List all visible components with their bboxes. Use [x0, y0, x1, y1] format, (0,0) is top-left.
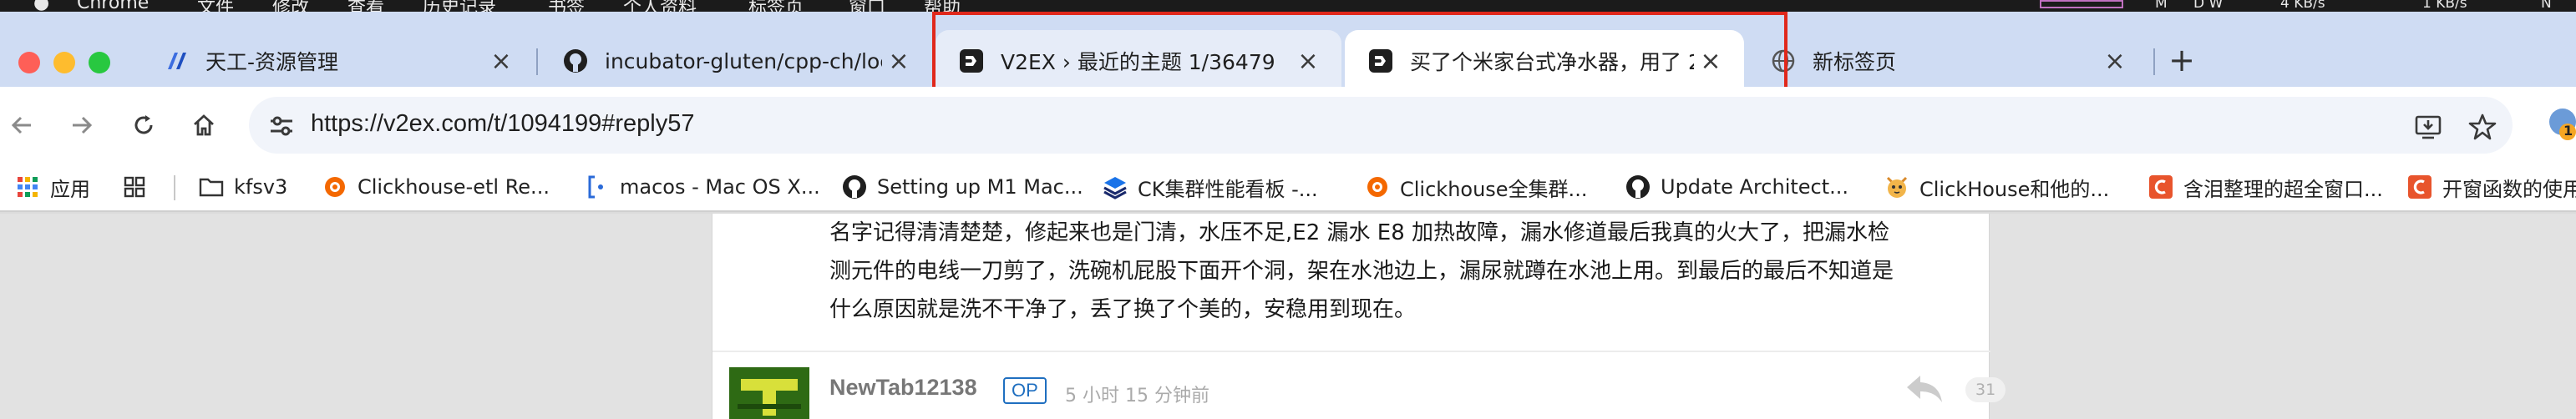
bookmarks-separator [174, 175, 175, 200]
back-button[interactable] [3, 107, 40, 144]
bookmark-apps[interactable]: 应用 [15, 172, 90, 202]
url-text[interactable]: https://v2ex.com/t/1094199#reply57 [311, 110, 694, 138]
reply-divider [712, 351, 1990, 352]
bookmark-label: macos - Mac OS X... [620, 175, 820, 199]
close-tab-icon[interactable]: × [484, 44, 518, 78]
arrow-right-icon [73, 116, 93, 134]
bookmark-label: 开窗函数的使用 [2442, 177, 2576, 201]
grafana-icon [1365, 174, 1390, 199]
bookmarks-bar: 应用 kfsv3 Clickhouse-etl Re... macos - Ma… [0, 162, 2576, 212]
op-badge: OP [1003, 377, 1047, 404]
bookmark-label: CK集群性能看板 -... [1138, 177, 1318, 201]
bracket-icon [585, 174, 610, 199]
network-up-speed: 4 KB/s [2280, 0, 2325, 12]
close-window-button[interactable] [18, 52, 40, 73]
reply-arrow-icon[interactable] [1905, 372, 1944, 406]
minimize-window-button[interactable] [53, 52, 75, 73]
bookmark-label: Clickhouse全集群... [1400, 177, 1588, 201]
folder-icon [199, 174, 224, 199]
floor-number: 31 [1965, 377, 2006, 402]
tab-incubator-gluten[interactable]: incubator-gluten/cpp-ch/local-engine × [540, 30, 932, 92]
bookmark-setting-up-m1[interactable]: Setting up M1 Mac... [842, 172, 1083, 202]
bookmark-window-functions[interactable]: 含泪整理的超全窗口... [2148, 172, 2383, 202]
avatar[interactable] [729, 367, 809, 419]
tab-new-tab[interactable]: 新标签页 × [1747, 30, 2148, 92]
bookmark-label: 含泪整理的超全窗口... [2183, 177, 2383, 201]
maximize-window-button[interactable] [89, 52, 110, 73]
install-app-icon[interactable] [2412, 110, 2446, 144]
home-icon [194, 114, 214, 136]
tab-title: 天工-资源管理 [205, 50, 339, 74]
tab-title: 新标签页 [1813, 50, 1897, 74]
github-icon [1625, 174, 1651, 199]
grafana-icon [322, 174, 347, 199]
bookmark-tab-groups[interactable] [122, 172, 157, 202]
reply-content: 名字记得清清楚楚，修起来也是门清，水压不足,E2 漏水 E8 加热故障，漏水修道… [829, 214, 1982, 329]
macos-menubar: ● Chrome 文件 修改 查看 历史记录 书签 个人资料 标签页 窗口 帮助… [0, 0, 2576, 18]
arrow-left-icon [11, 116, 31, 134]
reply-list-card: 名字记得清清楚楚，修起来也是门清，水压不足,E2 漏水 E8 加热故障，漏水修道… [712, 214, 2006, 419]
github-icon [842, 174, 867, 199]
github-icon [563, 48, 588, 73]
close-tab-icon[interactable]: × [2098, 44, 2132, 78]
status-m: M [2155, 0, 2168, 12]
bookmark-clickhouse-cluster[interactable]: Clickhouse全集群... [1365, 172, 1587, 202]
site-settings-icon[interactable] [267, 112, 296, 140]
bookmark-window-function-usage[interactable]: 开窗函数的使用 [2407, 172, 2576, 202]
browser-toolbar: https://v2ex.com/t/1094199#reply57 1 [0, 87, 2576, 162]
csdn-icon [2148, 174, 2173, 199]
menubar-status-area: M D W 4 KB/s 1 KB/s N [2038, 0, 2576, 12]
bookmark-ck-dashboard[interactable]: CK集群性能看板 -... [1103, 172, 1318, 202]
apps-grid-icon [15, 174, 40, 199]
bookmark-clickhouse-and[interactable]: ClickHouse和他的... [1884, 172, 2109, 202]
reply-author[interactable]: NewTab12138 [829, 375, 977, 401]
reply-time: 5 小时 15 分钟前 [1065, 386, 1209, 406]
address-bar[interactable]: https://v2ex.com/t/1094199#reply57 [249, 97, 2513, 154]
reply-text-line: 名字记得清清楚楚，修起来也是门清，水压不足,E2 漏水 E8 加热故障，漏水修道… [829, 220, 1889, 245]
tab-title: incubator-gluten/cpp-ch/local-engine [605, 48, 882, 73]
network-down-speed: 1 KB/s [2422, 0, 2467, 12]
tab-tiangong[interactable]: 天工-资源管理 × [140, 30, 535, 92]
csdn-icon [2407, 174, 2432, 199]
new-tab-button[interactable]: + [2165, 42, 2198, 78]
layers-icon [1103, 174, 1128, 199]
status-n: N [2541, 0, 2552, 12]
profile-badge: 1 [2563, 123, 2573, 139]
bookmark-clickhouse-etl[interactable]: Clickhouse-etl Re... [322, 172, 550, 202]
bookmark-kfsv3[interactable]: kfsv3 [199, 172, 287, 202]
bookmark-label: ClickHouse和他的... [1919, 177, 2110, 201]
reload-button[interactable] [125, 107, 162, 144]
status-dw: D W [2193, 0, 2224, 12]
bookmark-label: 应用 [50, 177, 90, 201]
bookmark-label: Clickhouse-etl Re... [357, 175, 550, 199]
bookmark-star-icon[interactable] [2466, 110, 2499, 144]
home-button[interactable] [185, 107, 222, 144]
forward-button[interactable] [63, 107, 100, 144]
cat-icon [1884, 174, 1909, 199]
close-tab-icon[interactable]: × [882, 44, 915, 78]
tab-groups-icon [122, 174, 147, 199]
cpu-graph-icon [2040, 0, 2123, 8]
bookmark-macos[interactable]: macos - Mac OS X... [585, 172, 820, 202]
page-content: 名字记得清清楚楚，修起来也是门清，水压不足,E2 漏水 E8 加热故障，漏水修道… [0, 214, 2576, 419]
tab-separator [536, 48, 538, 75]
reply-text-line: 测元件的电线一刀剪了，洗碗机屁股下面开个洞，架在水池边上，漏尿就蹲在水池上用。到… [829, 259, 1894, 284]
reload-icon [134, 115, 153, 134]
reply-text-line: 什么原因就是洗不干净了，丢了换了个美的，安稳用到现在。 [829, 297, 1417, 322]
tab-separator [2153, 48, 2155, 75]
bookmark-label: Update Architect... [1661, 175, 1849, 199]
bookmark-label: Setting up M1 Mac... [877, 175, 1083, 199]
bookmark-update-architect[interactable]: Update Architect... [1625, 172, 1848, 202]
profile-avatar[interactable]: 1 [2543, 103, 2576, 144]
bookmark-label: kfsv3 [234, 175, 288, 199]
tiangong-icon [164, 48, 189, 73]
